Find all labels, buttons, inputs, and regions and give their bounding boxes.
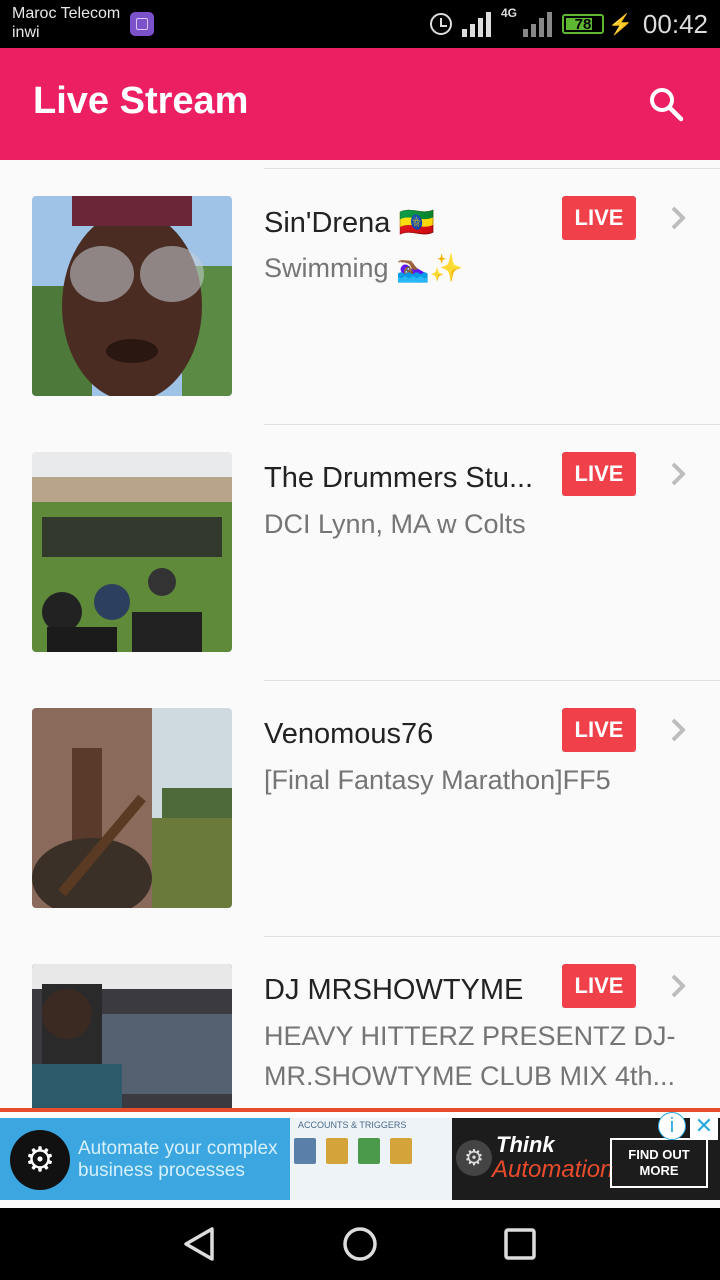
stream-thumbnail[interactable] [32,196,232,396]
ad-middle-panel[interactable]: ACCOUNTS & TRIGGERS [290,1118,452,1200]
ad-headline: Automate your complex business processes [78,1138,278,1181]
network-type-label: 4G [501,6,518,20]
battery-icon: 78 [562,14,605,34]
live-badge: LIVE [562,708,636,752]
ad-cta-button[interactable]: FIND OUT MORE [610,1138,708,1188]
alarm-icon [430,13,452,35]
status-bar: Maroc Telecom inwi 4G 78 ⚡ 00:42 [0,0,720,48]
divider [264,680,720,681]
stream-subtitle: HEAVY HITTERZ PRESENTZ DJ-MR.SHOWTYME CL… [264,1021,676,1091]
app-bar: Live Stream [0,48,720,160]
stream-title: Sin'Drena 🇪🇹 [264,207,435,239]
signal-strength-secondary-icon [523,11,553,37]
email-icon [294,1138,316,1164]
live-badge: LIVE [562,964,636,1008]
carrier-name: Maroc Telecom [12,5,121,22]
info-icon[interactable]: i [658,1112,686,1140]
ad-brand-line1: Think [496,1132,555,1157]
ad-banner[interactable]: ⚙ Automate your complex business process… [0,1108,720,1200]
signal-strength-icon [462,11,491,37]
gear-icon: ⚙ [10,1130,70,1190]
folder-icon [390,1138,412,1164]
stream-list: Sin'Drena 🇪🇹 Swimming 🏊🏾‍♀️✨ LIVE The Dr… [0,160,720,1108]
live-badge: LIVE [562,196,636,240]
close-icon[interactable]: ✕ [690,1112,718,1140]
chevron-right-icon[interactable] [666,460,690,488]
search-icon[interactable] [648,86,684,122]
ad-feature-icons [294,1138,412,1164]
stream-subtitle: DCI Lynn, MA w Colts [264,509,526,539]
recent-square-icon[interactable] [502,1226,538,1262]
battery-percent: 78 [574,15,592,33]
page-title: Live Stream [33,80,249,122]
status-icons: 4G 78 ⚡ 00:42 [430,0,708,48]
stream-item[interactable]: The Drummers Stu... DCI Lynn, MA w Colts… [0,424,720,680]
home-circle-icon[interactable] [342,1226,378,1262]
divider [264,168,720,169]
charging-bolt-icon: ⚡ [608,13,633,36]
navigation-bar [0,1208,720,1280]
clock: 00:42 [642,8,708,39]
chevron-right-icon[interactable] [666,204,690,232]
ad-panel-heading: ACCOUNTS & TRIGGERS [298,1120,407,1130]
carrier-info: Maroc Telecom inwi [12,4,120,42]
stream-title: DJ MRSHOWTYME [264,974,524,1006]
divider [264,936,720,937]
ad-left-panel[interactable]: ⚙ Automate your complex business process… [0,1118,290,1200]
brand-gear-icon: ⚙ [456,1140,492,1176]
live-badge: LIVE [562,452,636,496]
stream-item[interactable]: Sin'Drena 🇪🇹 Swimming 🏊🏾‍♀️✨ LIVE [0,168,720,424]
stream-subtitle: [Final Fantasy Marathon]FF5 [264,765,611,795]
stream-item[interactable]: DJ MRSHOWTYME HEAVY HITTERZ PRESENTZ DJ-… [0,936,720,1108]
ad-brand-line2: Automation [492,1156,614,1183]
carrier-name-secondary: inwi [12,24,40,41]
back-triangle-icon[interactable] [182,1226,218,1262]
divider [264,424,720,425]
stream-title: The Drummers Stu... [264,462,534,494]
stream-thumbnail[interactable] [32,708,232,908]
stream-thumbnail[interactable] [32,452,232,652]
chevron-right-icon[interactable] [666,716,690,744]
stream-item[interactable]: Venomous76 [Final Fantasy Marathon]FF5 L… [0,680,720,936]
spreadsheet-icon [358,1138,380,1164]
stream-thumbnail[interactable] [32,964,232,1108]
document-icon [326,1138,348,1164]
stream-subtitle: Swimming 🏊🏾‍♀️✨ [264,253,464,283]
stream-title: Venomous76 [264,718,434,750]
chevron-right-icon[interactable] [666,972,690,1000]
gallery-notification-icon [130,12,154,36]
